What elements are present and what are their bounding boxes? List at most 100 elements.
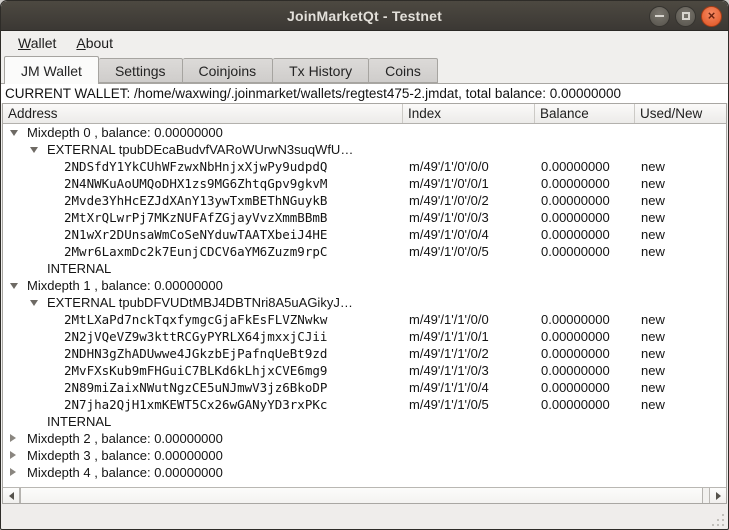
balance-cell: 0.00000000	[541, 243, 610, 260]
index-cell: m/49'/1'/1'/0/2	[409, 345, 489, 362]
tree-row-address[interactable]: 2Mwr6LaxmDc2k7EunjCDCV6aYM6Zuzm9rpCm/49'…	[3, 243, 726, 260]
menu-item-wallet[interactable]: Wallet	[9, 33, 65, 53]
address-cell: 2MtXrQLwrPj7MKzNUFAfZGjayVvzXmmBBmB	[64, 209, 327, 226]
maximize-icon	[682, 12, 690, 20]
menu-item-about[interactable]: About	[67, 33, 122, 53]
index-cell: m/49'/1'/1'/0/5	[409, 396, 489, 413]
branch-label: EXTERNAL tpubDEcaBudvfVARoWUrwN3suqWfU…	[47, 141, 353, 158]
tree-row-address[interactable]: 2N89miZaixNWutNgzCE5uNJmwV3jz6BkoDP m/49'…	[3, 379, 726, 396]
scroll-left-button[interactable]	[3, 488, 20, 503]
tree-row-branch[interactable]: EXTERNAL tpubDEcaBudvfVARoWUrwN3suqWfU…	[3, 141, 726, 158]
window-title: JoinMarketQt - Testnet	[287, 8, 442, 24]
branch-label: INTERNAL	[47, 413, 111, 430]
minimize-button[interactable]	[649, 6, 670, 27]
tree-row-address[interactable]: 2N4NWKuAoUMQoDHX1zs9MG6ZhtqGpv9gkvMm/49'…	[3, 175, 726, 192]
tree-row-address[interactable]: 2N7jha2QjH1xmKEWT5Cx26wGANyYD3rxPKcm/49'…	[3, 396, 726, 413]
tree-body[interactable]: Mixdepth 0 , balance: 0.00000000EXTERNAL…	[3, 124, 726, 487]
expand-arrow-closed-icon[interactable]	[10, 468, 16, 476]
expand-arrow-closed-icon[interactable]	[10, 434, 16, 442]
mixdepth-label: Mixdepth 4 , balance: 0.00000000	[27, 464, 223, 481]
tree-row-address[interactable]: 2NDHN3gZhADUwwe4JGkzbEjPafnqUeBt9zd m/49'…	[3, 345, 726, 362]
balance-cell: 0.00000000	[541, 328, 610, 345]
expand-arrow-closed-icon[interactable]	[10, 451, 16, 459]
index-cell: m/49'/1'/0'/0/0	[409, 158, 489, 175]
address-cell: 2MtLXaPd7nckTqxfymgcGjaFkEsFLVZNwkw	[64, 311, 327, 328]
tree-row-address[interactable]: 2Mvde3YhHcEZJdXAnY13ywTxmBEThNGuykBm/49'…	[3, 192, 726, 209]
tree-header: AddressIndexBalanceUsed/New	[3, 104, 726, 124]
close-icon: ×	[708, 9, 716, 22]
index-cell: m/49'/1'/1'/0/1	[409, 328, 489, 345]
address-cell: 2N1wXr2DUnsaWmCoSeNYduwTAATXbeiJ4HE	[64, 226, 327, 243]
balance-cell: 0.00000000	[541, 158, 610, 175]
column-header-balance[interactable]: Balance	[535, 104, 635, 123]
index-cell: m/49'/1'/0'/0/3	[409, 209, 489, 226]
tree-row-branch[interactable]: EXTERNAL tpubDFVUDtMBJ4DBTNri8A5uAGikyJ…	[3, 294, 726, 311]
address-cell: 2MvFXsKub9mFHGuiC7BLKd6kLhjxCVE6mg9	[64, 362, 327, 379]
address-cell: 2N2jVQeVZ9w3kttRCGyPYRLX64jmxxjCJii	[64, 328, 327, 345]
expand-arrow-open-icon[interactable]	[10, 283, 18, 289]
used-new-cell: new	[641, 379, 665, 396]
tab-bar: JM WalletSettingsCoinjoinsTx HistoryCoin…	[1, 55, 728, 83]
used-new-cell: new	[641, 175, 665, 192]
tab-jm-wallet[interactable]: JM Wallet	[4, 56, 99, 84]
column-header-index[interactable]: Index	[403, 104, 535, 123]
tree-row-mixdepth[interactable]: Mixdepth 3 , balance: 0.00000000	[3, 447, 726, 464]
column-header-address[interactable]: Address	[3, 104, 403, 123]
address-cell: 2NDHN3gZhADUwwe4JGkzbEjPafnqUeBt9zd	[64, 345, 327, 362]
balance-cell: 0.00000000	[541, 396, 610, 413]
index-cell: m/49'/1'/1'/0/0	[409, 311, 489, 328]
tree-row-address[interactable]: 2NDSfdY1YkCUhWFzwxNbHnjxXjwPy9udpdQ m/49'…	[3, 158, 726, 175]
column-header-used-new[interactable]: Used/New	[635, 104, 726, 123]
used-new-cell: new	[641, 226, 665, 243]
scrollbar-thumb[interactable]	[20, 488, 703, 503]
balance-cell: 0.00000000	[541, 175, 610, 192]
tree-row-branch[interactable]: INTERNAL	[3, 260, 726, 277]
window-controls: ×	[649, 1, 722, 31]
tab-settings[interactable]: Settings	[99, 58, 183, 83]
tree-row-address[interactable]: 2MtXrQLwrPj7MKzNUFAfZGjayVvzXmmBBmB m/49'…	[3, 209, 726, 226]
scroll-left-icon	[9, 492, 14, 500]
expand-arrow-open-icon[interactable]	[10, 130, 18, 136]
menubar: WalletAbout	[1, 31, 728, 55]
close-button[interactable]: ×	[701, 6, 722, 27]
index-cell: m/49'/1'/0'/0/2	[409, 192, 489, 209]
scroll-right-icon	[716, 492, 721, 500]
index-cell: m/49'/1'/0'/0/5	[409, 243, 489, 260]
app-window: JoinMarketQt - Testnet × WalletAbout JM …	[0, 0, 729, 530]
scroll-right-button[interactable]	[709, 488, 726, 503]
used-new-cell: new	[641, 328, 665, 345]
tree-row-address[interactable]: 2MvFXsKub9mFHGuiC7BLKd6kLhjxCVE6mg9 m/49'…	[3, 362, 726, 379]
tree-row-address[interactable]: 2N1wXr2DUnsaWmCoSeNYduwTAATXbeiJ4HE m/49'…	[3, 226, 726, 243]
address-cell: 2NDSfdY1YkCUhWFzwxNbHnjxXjwPy9udpdQ	[64, 158, 327, 175]
tree-row-address[interactable]: 2N2jVQeVZ9w3kttRCGyPYRLX64jmxxjCJii m/49'…	[3, 328, 726, 345]
index-cell: m/49'/1'/0'/0/4	[409, 226, 489, 243]
tab-tx-history[interactable]: Tx History	[273, 58, 369, 83]
balance-cell: 0.00000000	[541, 226, 610, 243]
tree-row-mixdepth[interactable]: Mixdepth 0 , balance: 0.00000000	[3, 124, 726, 141]
horizontal-scrollbar[interactable]	[3, 487, 726, 503]
tree-row-mixdepth[interactable]: Mixdepth 2 , balance: 0.00000000	[3, 430, 726, 447]
index-cell: m/49'/1'/1'/0/4	[409, 379, 489, 396]
tree-row-mixdepth[interactable]: Mixdepth 4 , balance: 0.00000000	[3, 464, 726, 481]
tree-row-mixdepth[interactable]: Mixdepth 1 , balance: 0.00000000	[3, 277, 726, 294]
used-new-cell: new	[641, 396, 665, 413]
expand-arrow-open-icon[interactable]	[30, 147, 38, 153]
maximize-button[interactable]	[675, 6, 696, 27]
resize-grip[interactable]	[709, 511, 724, 526]
balance-cell: 0.00000000	[541, 311, 610, 328]
status-bar	[1, 504, 728, 529]
address-cell: 2N89miZaixNWutNgzCE5uNJmwV3jz6BkoDP	[64, 379, 327, 396]
index-cell: m/49'/1'/1'/0/3	[409, 362, 489, 379]
tab-coins[interactable]: Coins	[369, 58, 438, 83]
titlebar[interactable]: JoinMarketQt - Testnet ×	[1, 1, 728, 31]
mixdepth-label: Mixdepth 1 , balance: 0.00000000	[27, 277, 223, 294]
tab-coinjoins[interactable]: Coinjoins	[183, 58, 274, 83]
mixdepth-label: Mixdepth 0 , balance: 0.00000000	[27, 124, 223, 141]
tree-row-branch[interactable]: INTERNAL	[3, 413, 726, 430]
used-new-cell: new	[641, 158, 665, 175]
tree-row-address[interactable]: 2MtLXaPd7nckTqxfymgcGjaFkEsFLVZNwkw m/49'…	[3, 311, 726, 328]
used-new-cell: new	[641, 192, 665, 209]
branch-label: EXTERNAL tpubDFVUDtMBJ4DBTNri8A5uAGikyJ…	[47, 294, 353, 311]
used-new-cell: new	[641, 209, 665, 226]
expand-arrow-open-icon[interactable]	[30, 300, 38, 306]
